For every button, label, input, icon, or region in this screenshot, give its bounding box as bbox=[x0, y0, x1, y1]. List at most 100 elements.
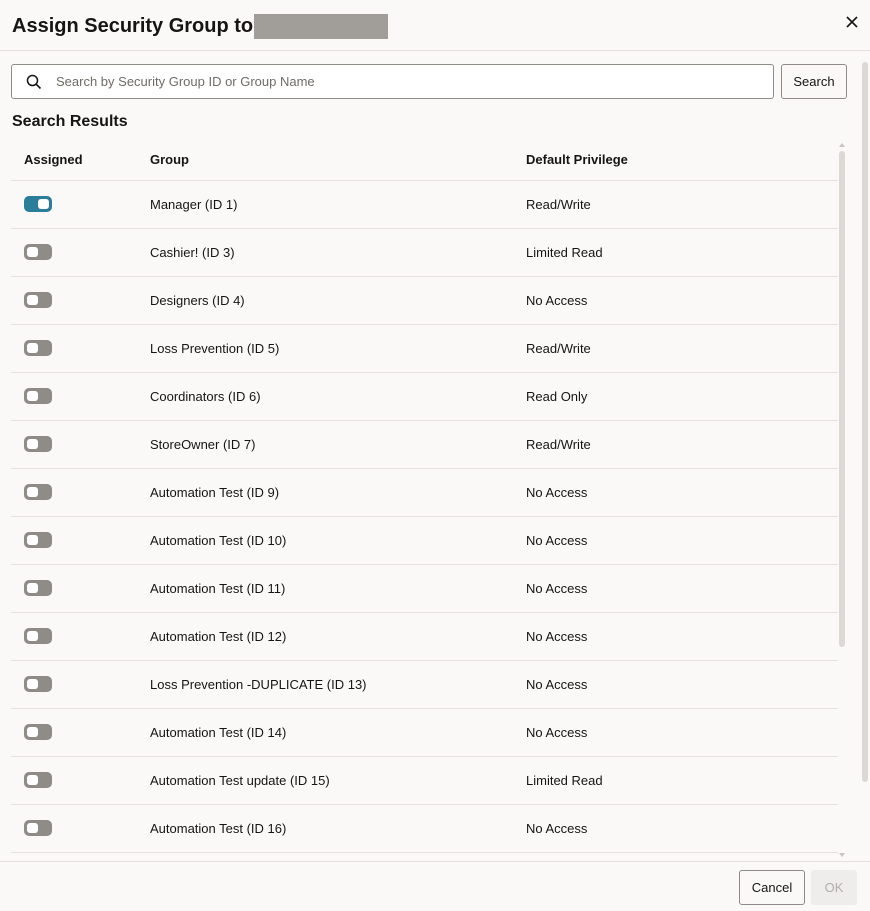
privilege-cell: No Access bbox=[526, 468, 838, 517]
privilege-cell: No Access bbox=[526, 516, 838, 565]
table-row: Automation Test (ID 14) No Access bbox=[11, 708, 838, 757]
privilege-cell: Read/Write bbox=[526, 324, 838, 373]
column-header-group: Group bbox=[150, 140, 526, 181]
assigned-toggle[interactable] bbox=[24, 532, 52, 549]
group-cell bbox=[150, 852, 526, 857]
redacted-name bbox=[254, 13, 389, 39]
table-row: Automation Test (ID 12) No Access bbox=[11, 612, 838, 661]
search-input[interactable] bbox=[54, 73, 734, 90]
search-button[interactable]: Search bbox=[781, 64, 847, 99]
assigned-toggle[interactable] bbox=[24, 580, 52, 597]
table-row: Coordinators (ID 6) Read Only bbox=[11, 372, 838, 421]
assigned-toggle[interactable] bbox=[24, 388, 52, 405]
assigned-cell bbox=[11, 708, 150, 757]
assigned-toggle[interactable] bbox=[24, 244, 52, 261]
privilege-cell: No Access bbox=[526, 612, 838, 661]
table-row: Automation Test update (ID 15) Limited Re… bbox=[11, 756, 838, 805]
privilege-cell: No Access bbox=[526, 708, 838, 757]
privilege-cell: No Access bbox=[526, 804, 838, 853]
table-row: StoreOwner (ID 7) Read/Write bbox=[11, 420, 838, 469]
cancel-button[interactable]: Cancel bbox=[739, 870, 805, 905]
privilege-cell: Read Only bbox=[526, 372, 838, 421]
results-table: Assigned Group Default Privilege Manager… bbox=[11, 140, 838, 857]
close-button[interactable] bbox=[840, 10, 864, 34]
group-cell: Automation Test (ID 11) bbox=[150, 564, 526, 613]
group-cell: Automation Test (ID 16) bbox=[150, 804, 526, 853]
privilege-cell: Read/Write bbox=[526, 420, 838, 469]
dialog-title: Assign Security Group to bbox=[12, 13, 389, 39]
assigned-cell bbox=[11, 468, 150, 517]
group-cell: Manager (ID 1) bbox=[150, 180, 526, 229]
table-row: Loss Prevention -DUPLICATE (ID 13) No Acc… bbox=[11, 660, 838, 709]
table-header-row: Assigned Group Default Privilege bbox=[11, 140, 838, 181]
assigned-cell bbox=[11, 804, 150, 853]
table-row: Loss Prevention (ID 5) Read/Write bbox=[11, 324, 838, 373]
table-row: Designers (ID 4) No Access bbox=[11, 276, 838, 325]
table-row: Cashier! (ID 3) Limited Read bbox=[11, 228, 838, 277]
assigned-cell bbox=[11, 564, 150, 613]
privilege-cell: Limited Read bbox=[526, 228, 838, 277]
privilege-cell: Limited Read bbox=[526, 756, 838, 805]
group-cell: Automation Test (ID 12) bbox=[150, 612, 526, 661]
assigned-toggle[interactable] bbox=[24, 340, 52, 357]
group-cell: Automation Test (ID 10) bbox=[150, 516, 526, 565]
table-body: Manager (ID 1) Read/Write Cashier! (ID 3) L… bbox=[11, 180, 838, 857]
assigned-toggle[interactable] bbox=[24, 484, 52, 501]
assigned-cell bbox=[11, 228, 150, 277]
dialog-title-text: Assign Security Group to bbox=[12, 15, 254, 37]
assigned-toggle[interactable] bbox=[24, 724, 52, 741]
privilege-cell: No Access bbox=[526, 276, 838, 325]
assigned-cell bbox=[11, 516, 150, 565]
close-icon bbox=[846, 16, 858, 28]
scroll-up-arrow[interactable] bbox=[839, 143, 845, 147]
table-row: Automation Test (ID 16) No Access bbox=[11, 804, 838, 853]
table-row: Automation Test (ID 10) No Access bbox=[11, 516, 838, 565]
search-icon bbox=[26, 74, 42, 90]
group-cell: Automation Test update (ID 15) bbox=[150, 756, 526, 805]
assigned-cell bbox=[11, 324, 150, 373]
search-results-heading: Search Results bbox=[12, 113, 128, 130]
group-cell: Automation Test (ID 9) bbox=[150, 468, 526, 517]
privilege-cell: Read/Write bbox=[526, 180, 838, 229]
group-cell: Loss Prevention (ID 5) bbox=[150, 324, 526, 373]
table-row: Manager (ID 1) Read/Write bbox=[11, 180, 838, 229]
assigned-toggle[interactable] bbox=[24, 436, 52, 453]
group-cell: Automation Test (ID 14) bbox=[150, 708, 526, 757]
assigned-toggle[interactable] bbox=[24, 196, 52, 213]
dialog-header: Assign Security Group to bbox=[0, 0, 870, 51]
privilege-cell: No Access bbox=[526, 564, 838, 613]
results-table-container: Assigned Group Default Privilege Manager… bbox=[11, 140, 838, 857]
column-header-assigned: Assigned bbox=[11, 140, 150, 181]
scroll-down-arrow[interactable] bbox=[839, 853, 845, 857]
table-row: Automation Test (ID 9) No Access bbox=[11, 468, 838, 517]
group-cell: Coordinators (ID 6) bbox=[150, 372, 526, 421]
assigned-cell bbox=[11, 372, 150, 421]
group-cell: Loss Prevention -DUPLICATE (ID 13) bbox=[150, 660, 526, 709]
assigned-cell bbox=[11, 660, 150, 709]
privilege-cell: No Access bbox=[526, 660, 838, 709]
assigned-cell bbox=[11, 612, 150, 661]
assigned-cell bbox=[11, 276, 150, 325]
search-field[interactable] bbox=[11, 64, 774, 99]
group-cell: StoreOwner (ID 7) bbox=[150, 420, 526, 469]
assigned-cell bbox=[11, 420, 150, 469]
table-row: Automation Test (ID 11) No Access bbox=[11, 564, 838, 613]
dialog-scrollbar[interactable] bbox=[861, 52, 869, 860]
assigned-toggle[interactable] bbox=[24, 628, 52, 645]
assigned-toggle[interactable] bbox=[24, 676, 52, 693]
assigned-toggle[interactable] bbox=[24, 772, 52, 789]
assigned-cell bbox=[11, 852, 150, 857]
privilege-cell bbox=[526, 852, 838, 857]
group-cell: Cashier! (ID 3) bbox=[150, 228, 526, 277]
table-row bbox=[11, 852, 838, 857]
assigned-cell bbox=[11, 756, 150, 805]
assigned-toggle[interactable] bbox=[24, 292, 52, 309]
table-scrollbar[interactable] bbox=[839, 143, 845, 857]
dialog-scrollbar-thumb[interactable] bbox=[862, 62, 868, 782]
column-header-privilege: Default Privilege bbox=[526, 140, 838, 181]
table-scrollbar-thumb[interactable] bbox=[839, 151, 845, 647]
assigned-toggle[interactable] bbox=[24, 820, 52, 837]
group-cell: Designers (ID 4) bbox=[150, 276, 526, 325]
assigned-cell bbox=[11, 180, 150, 229]
ok-button[interactable]: OK bbox=[811, 870, 857, 905]
